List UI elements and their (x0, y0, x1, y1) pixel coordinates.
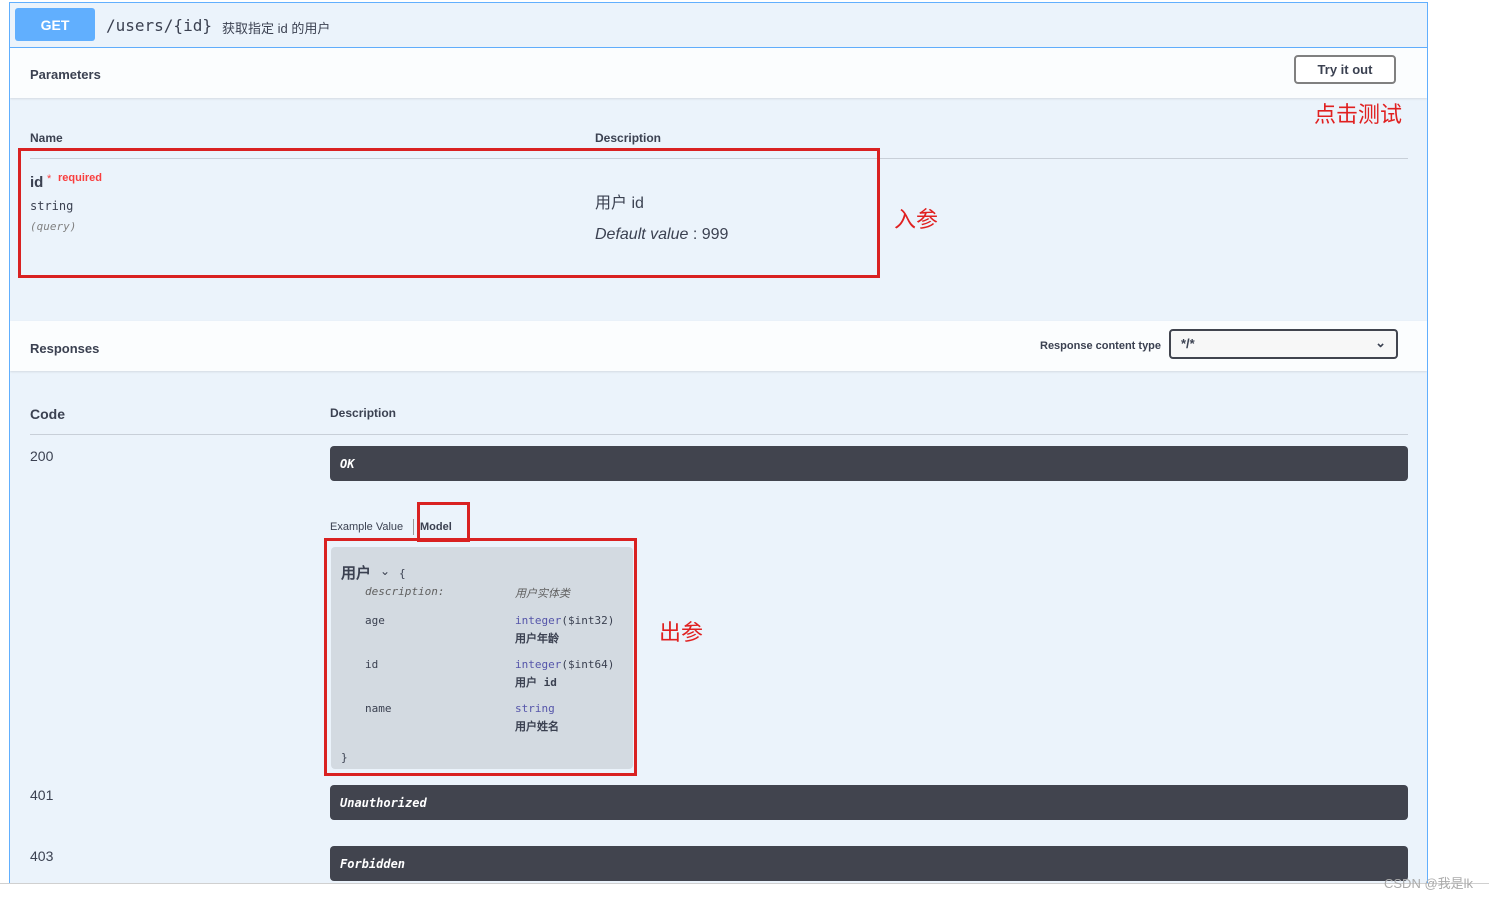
tab-divider (413, 519, 414, 535)
annotation-input-params: 入参 (894, 208, 939, 233)
tab-example-value[interactable]: Example Value (330, 521, 403, 533)
watermark: CSDN @我是lk (1384, 876, 1474, 891)
try-it-out-button[interactable]: Try it out (1294, 55, 1396, 84)
response-header-divider (30, 434, 1408, 435)
parameters-title: Parameters (30, 67, 101, 82)
response-desc-200: OK (330, 446, 1408, 481)
page-bottom-divider (0, 883, 1489, 884)
annotation-box-output (324, 538, 637, 776)
annotation-box-input (18, 148, 880, 278)
operation-block: GET /users/{id} 获取指定 id 的用户 Parameters N… (9, 2, 1428, 883)
param-col-name: Name (30, 131, 63, 145)
response-code-401: 401 (30, 787, 54, 803)
response-code-200: 200 (30, 448, 54, 464)
chevron-down-icon: ⌄ (1375, 335, 1386, 350)
response-content-type-select[interactable]: */* ⌄ (1169, 329, 1398, 359)
annotation-output-params: 出参 (659, 621, 704, 646)
response-desc-403: Forbidden (330, 846, 1408, 881)
response-desc-401: Unauthorized (330, 785, 1408, 820)
response-code-403: 403 (30, 848, 54, 864)
annotation-click-test: 点击测试 (1314, 103, 1403, 128)
operation-summary-text: 获取指定 id 的用户 (222, 21, 331, 36)
responses-title: Responses (30, 341, 100, 356)
annotation-box-model-tab (417, 502, 470, 542)
parameters-header: Parameters (10, 48, 1427, 98)
response-col-description: Description (330, 406, 397, 420)
operation-path: /users/{id} (106, 16, 212, 35)
response-content-type-value: */* (1181, 336, 1195, 351)
operation-summary[interactable]: GET /users/{id} 获取指定 id 的用户 (10, 3, 1427, 48)
method-badge: GET (15, 8, 95, 41)
response-col-code: Code (30, 406, 65, 422)
response-content-type-label: Response content type (1040, 340, 1162, 352)
param-col-description: Description (595, 131, 662, 145)
